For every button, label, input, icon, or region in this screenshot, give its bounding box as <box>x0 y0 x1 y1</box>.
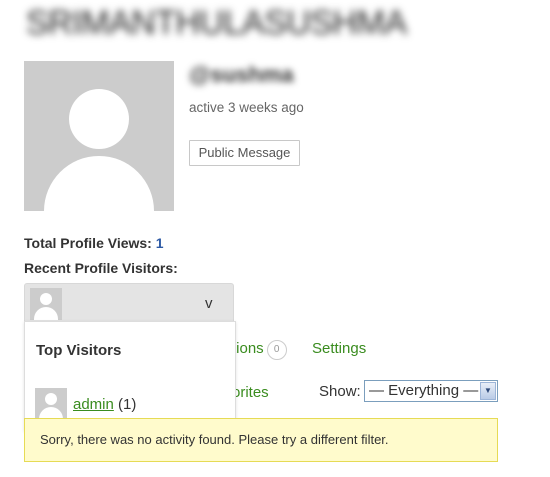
top-visitors-title: Top Visitors <box>36 342 122 359</box>
avatar-head-shape <box>69 89 129 149</box>
notifications-count-badge: 0 <box>266 340 287 360</box>
visitor-avatar <box>30 288 62 320</box>
recent-visitors-toggle[interactable]: v <box>24 283 234 323</box>
nav-notifications-link[interactable]: tions 0 <box>232 340 287 360</box>
total-views-count: 1 <box>155 235 164 251</box>
total-profile-views: Total Profile Views: 1 <box>24 235 164 251</box>
recent-visitors-label: Recent Profile Visitors: <box>24 260 178 276</box>
visitor-name-link[interactable]: admin <box>73 396 114 413</box>
visitor-visit-count: (1) <box>118 396 137 413</box>
activity-filter-value[interactable]: — Everything — <box>369 382 478 399</box>
notice-message: Sorry, there was no activity found. Plea… <box>40 432 389 447</box>
nav-settings-link[interactable]: Settings <box>312 340 366 357</box>
no-activity-notice: Sorry, there was no activity found. Plea… <box>24 418 498 462</box>
public-message-button[interactable]: Public Message <box>189 140 300 166</box>
chevron-down-icon[interactable]: v <box>205 295 213 312</box>
profile-avatar <box>24 61 174 211</box>
total-views-label: Total Profile Views: <box>24 235 152 251</box>
last-active-time: active 3 weeks ago <box>189 100 304 115</box>
visitor-avatar[interactable] <box>35 388 67 420</box>
avatar-body-shape <box>44 156 154 211</box>
activity-filter-label: Show: <box>319 383 361 400</box>
activity-filter-select[interactable]: — Everything — ▼ <box>364 380 498 402</box>
top-visitors-dropdown: Top Visitors admin (1) <box>24 321 236 431</box>
nav-notifications-label[interactable]: tions <box>232 340 264 357</box>
profile-display-name: SRIMANTHULASUSHMA <box>26 4 407 42</box>
dropdown-arrow-icon[interactable]: ▼ <box>480 382 496 400</box>
profile-handle: @sushma <box>189 62 294 87</box>
nav-favorites-link[interactable]: orites <box>232 384 269 401</box>
